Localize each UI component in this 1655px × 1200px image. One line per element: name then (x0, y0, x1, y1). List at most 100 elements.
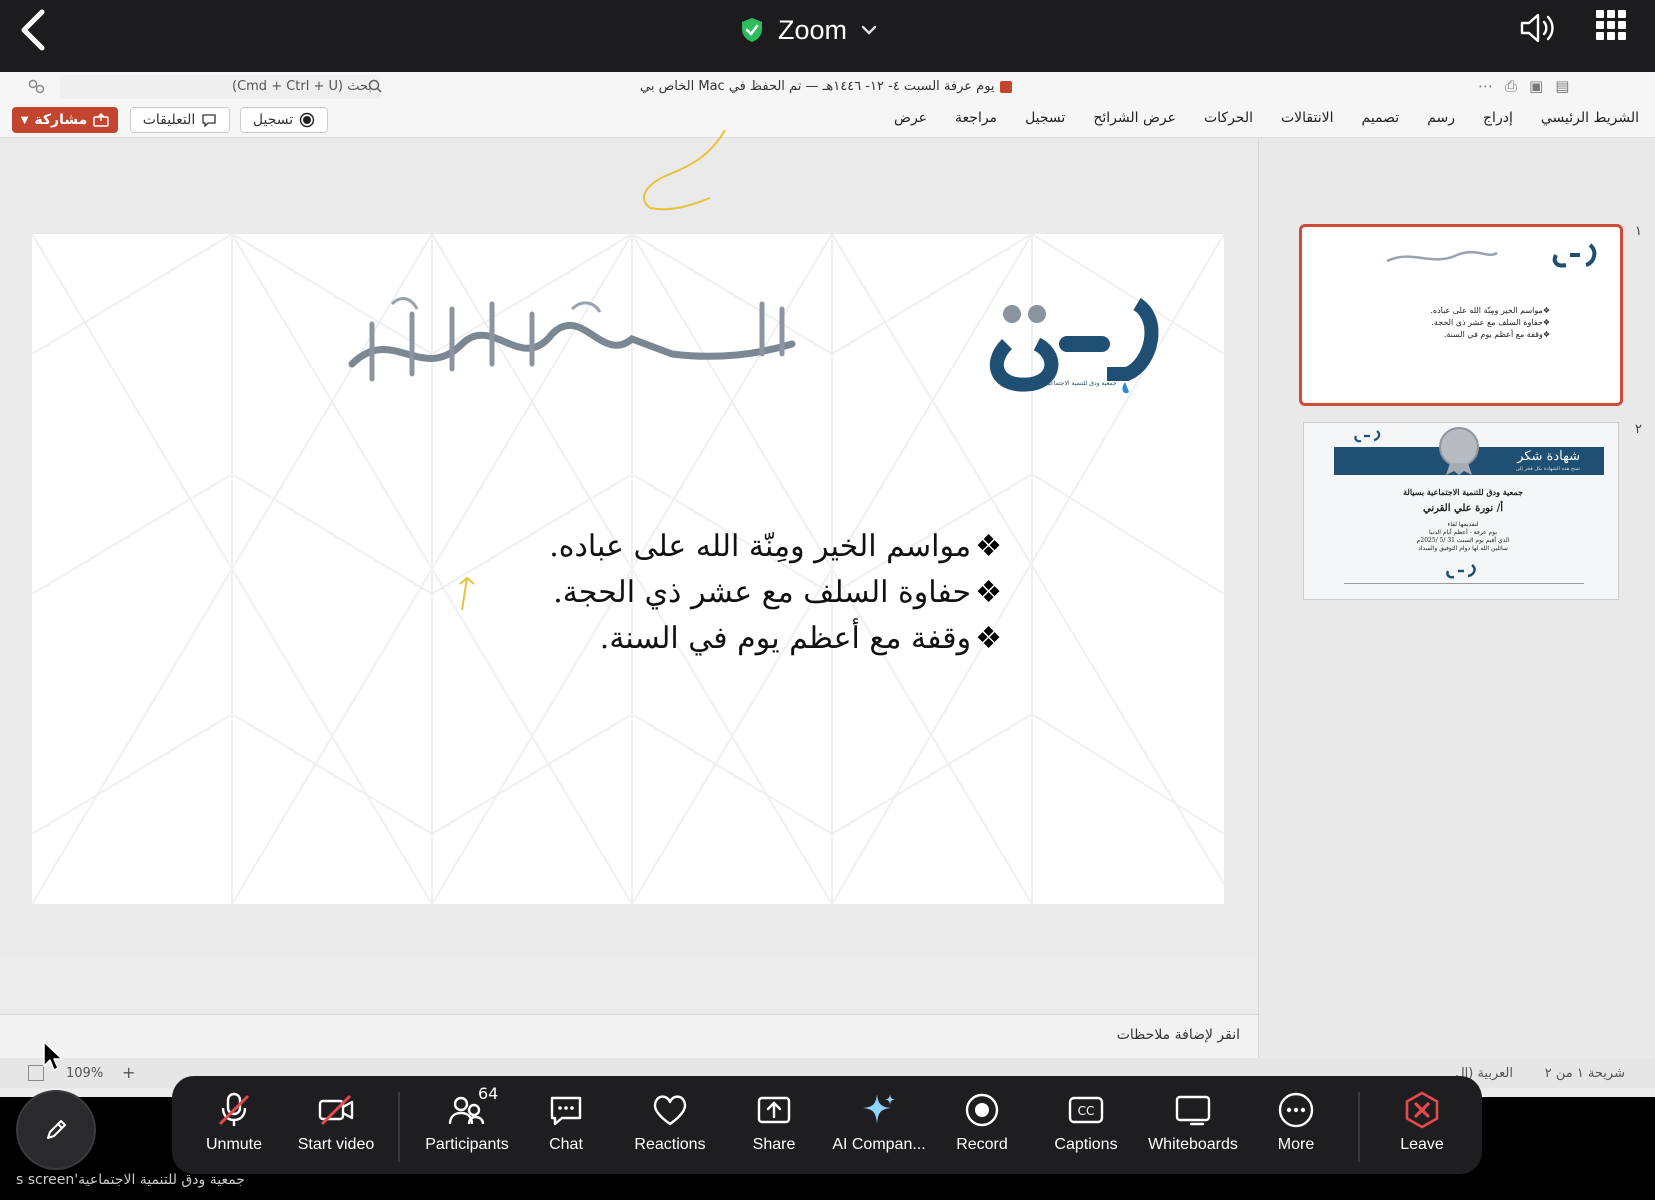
record-icon (299, 112, 315, 128)
chat-icon (550, 1096, 582, 1126)
annotate-pen-button[interactable] (16, 1090, 96, 1170)
ppt-comments-button[interactable]: التعليقات (130, 107, 230, 133)
leave-icon (1405, 1091, 1439, 1129)
search-icon (368, 79, 382, 93)
bullet-marker: ❖ (975, 621, 1002, 656)
ppt-search-input[interactable]: بحث (Cmd + Ctrl + U) (60, 75, 382, 99)
quick-access-icons[interactable]: ⋯⎙▣▤ (1478, 77, 1581, 95)
medal-icon (1439, 427, 1479, 475)
grid-icon[interactable] (1596, 10, 1626, 40)
comment-icon (202, 114, 216, 127)
bullet-marker: ❖ (975, 529, 1002, 564)
mic-muted-icon (218, 1092, 250, 1126)
certificate-name: أ/ نورة علي القرني (1422, 503, 1504, 514)
tab-design[interactable]: تصميم (1362, 110, 1400, 126)
leave-button[interactable]: Leave (1372, 1090, 1472, 1164)
signature-line (1344, 583, 1584, 584)
bullet-marker: ❖ (975, 575, 1002, 610)
ai-sparkle-icon (863, 1094, 895, 1124)
thumbnail-basmala-image (1386, 250, 1498, 263)
meeting-title-dropdown[interactable]: Zoom (740, 8, 877, 52)
zoom-top-bar: Zoom (0, 0, 1655, 72)
reactions-button[interactable]: Reactions (620, 1090, 720, 1164)
record-meeting-button[interactable]: Record (932, 1090, 1032, 1164)
tab-slideshow[interactable]: عرض الشرائح (1093, 110, 1176, 126)
tab-transitions[interactable]: الانتقالات (1281, 110, 1334, 126)
shield-check-icon (742, 18, 762, 42)
chat-button[interactable]: Chat (516, 1090, 616, 1164)
pencil-icon (47, 1120, 66, 1139)
notes-pane[interactable]: انقر لإضافة ملاحظات (0, 1014, 1258, 1058)
unmute-button[interactable]: Unmute (184, 1090, 284, 1164)
back-button[interactable] (18, 8, 58, 60)
ppt-title-bar: بحث (Cmd + Ctrl + U) يوم عرفة السبت ٤- ١… (0, 72, 1655, 102)
collab-icon (28, 79, 45, 94)
chevron-down-icon: ▼ (20, 114, 29, 126)
tab-draw[interactable]: رسم (1427, 110, 1455, 126)
current-slide[interactable]: جمعية ودق للتنمية الاجتماعية بسيالة ❖موا… (32, 234, 1224, 904)
certificate-title: شهادة شكر (1517, 449, 1580, 464)
participant-count: 64 (478, 1084, 499, 1103)
ppt-share-button[interactable]: مشاركة ▼ (12, 107, 118, 133)
ppt-file-icon (999, 80, 1012, 93)
search-placeholder: بحث (Cmd + Ctrl + U) (231, 79, 372, 94)
video-off-icon (318, 1094, 354, 1126)
tab-record[interactable]: تسجيل (1025, 110, 1065, 126)
shared-screen-powerpoint: بحث (Cmd + Ctrl + U) يوم عرفة السبت ٤- ١… (0, 72, 1655, 1097)
screen-share-caption: جمعية ودق للتنمية الاجتماعية's screen (16, 1172, 245, 1188)
save-as-icon[interactable]: ▤ (1555, 77, 1581, 95)
thumbnail-number: ٢ (1635, 422, 1642, 437)
meeting-title: Zoom (778, 14, 848, 45)
tab-home[interactable]: الشريط الرئيسي (1541, 110, 1639, 126)
svg-text:CC: CC (1078, 1104, 1095, 1118)
tab-review[interactable]: مراجعة (955, 110, 997, 126)
thumbnail-bullets: ❖مواسم الخير ومِنّة الله على عباده. ❖حفا… (1430, 306, 1550, 339)
start-video-button[interactable]: Start video (286, 1090, 386, 1164)
more-button[interactable]: More (1246, 1090, 1346, 1164)
more-icon[interactable]: ⋯ (1478, 77, 1505, 95)
tab-animations[interactable]: الحركات (1204, 110, 1253, 126)
chevron-left-icon (21, 9, 45, 51)
ribbon-tabs: الشريط الرئيسي إدراج رسم تصميم الانتقالا… (894, 110, 1639, 126)
record-icon (965, 1093, 999, 1127)
slide-thumbnail-1[interactable]: ❖مواسم الخير ومِنّة الله على عباده. ❖حفا… (1299, 224, 1623, 406)
zoom-in-button[interactable]: + (122, 1063, 135, 1082)
divider (1358, 1092, 1360, 1162)
whiteboard-icon (1175, 1095, 1211, 1126)
basmala-calligraphy-image (348, 297, 796, 382)
thumbnail-number: ١ (1635, 224, 1642, 239)
slide-counter: شريحة ١ من ٢ (1544, 1066, 1625, 1081)
heart-icon (653, 1095, 687, 1126)
thumbnail-logo-image (1552, 243, 1597, 268)
tab-view[interactable]: عرض (894, 110, 927, 126)
chevron-down-icon (861, 25, 877, 35)
wadaq-logo-image (989, 298, 1159, 394)
document-title[interactable]: يوم عرفة السبت ٤- ١٢- ١٤٤٦هـ — تم الحفظ … (640, 79, 1013, 94)
print-icon[interactable]: ⎙ (1505, 77, 1529, 95)
tab-insert[interactable]: إدراج (1483, 110, 1513, 126)
ai-companion-button[interactable]: AI Compan... (824, 1090, 934, 1164)
speaker-icon[interactable] (1518, 10, 1558, 46)
participants-button[interactable]: 64 Participants (412, 1084, 522, 1164)
certificate-subtitle: تمنح هذه الشهادة بكل فخر إلى (1515, 466, 1580, 472)
captions-button[interactable]: CC Captions (1036, 1090, 1136, 1164)
logo-caption: جمعية ودق للتنمية الاجتماعية بسيالة (1027, 380, 1117, 387)
zoom-level[interactable]: 109% (66, 1066, 103, 1081)
slide-thumbnail-2[interactable]: شهادة شكر تمنح هذه الشهادة بكل فخر إلى ج… (1303, 422, 1619, 600)
bullet-item: ❖مواسم الخير ومِنّة الله على عباده. (549, 529, 1002, 564)
whiteboards-button[interactable]: Whiteboards (1138, 1090, 1248, 1164)
certificate-org: جمعية ودق للتنمية الاجتماعية بسيالة (1403, 487, 1523, 497)
ppt-ribbon: مشاركة ▼ التعليقات تسجيل الشريط الرئيسي … (0, 102, 1655, 138)
annotation-scribble (642, 129, 726, 211)
slide-bullet-list[interactable]: ❖مواسم الخير ومِنّة الله على عباده. ❖حفا… (392, 524, 1002, 662)
ppt-record-button[interactable]: تسجيل (240, 107, 328, 133)
save-icon[interactable]: ▣ (1529, 77, 1555, 95)
bullet-item: ❖حفاوة السلف مع عشر ذي الحجة. (553, 575, 1002, 610)
cc-icon: CC (1068, 1096, 1104, 1124)
share-screen-button[interactable]: Share (724, 1090, 824, 1164)
divider (398, 1092, 400, 1162)
meeting-controls-bar: Unmute Start video 64 Participants Chat … (172, 1076, 1482, 1174)
thumbnail-small-logo (1354, 430, 1381, 443)
share-icon (93, 113, 109, 127)
wadaq-logo (977, 264, 1167, 414)
